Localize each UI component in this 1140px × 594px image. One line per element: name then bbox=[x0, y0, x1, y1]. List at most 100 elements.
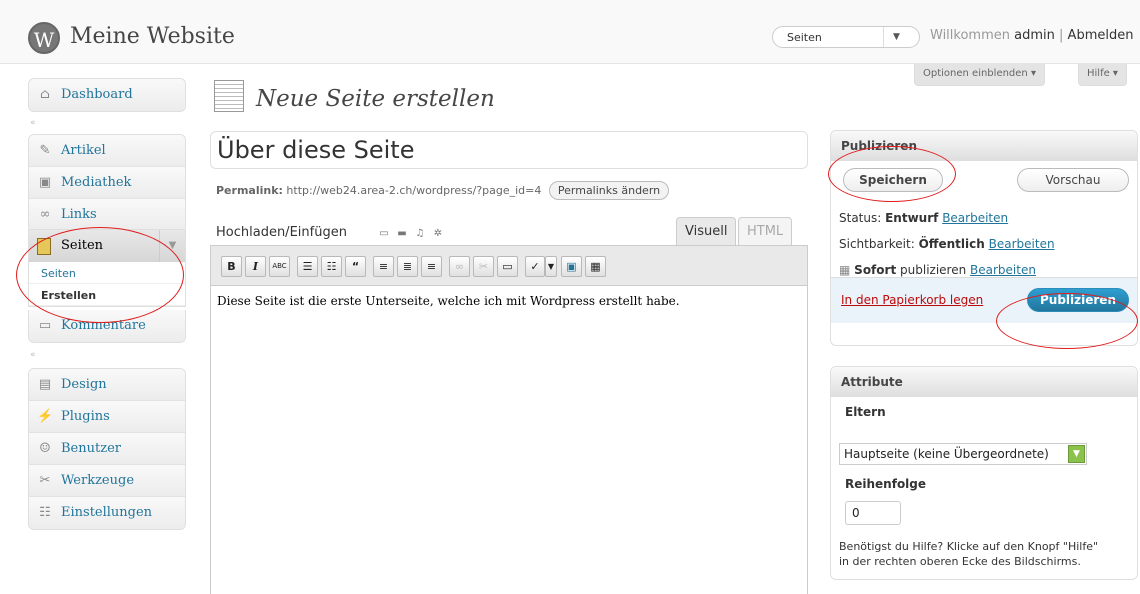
align-left-icon[interactable]: ≡ bbox=[373, 256, 394, 277]
sidebar-item-werkzeuge[interactable]: ✂ Werkzeuge bbox=[29, 465, 185, 497]
welcome-text: Willkommen bbox=[930, 28, 1010, 43]
sidebar-item-seiten[interactable]: Seiten ▼ bbox=[29, 230, 185, 262]
spellcheck-icon[interactable]: ✓ bbox=[525, 256, 545, 277]
sidebar-item-label: Seiten bbox=[61, 238, 104, 253]
tools-icon: ✂ bbox=[39, 473, 51, 488]
schedule-label: publizieren bbox=[900, 263, 967, 277]
sidebar-item-label: Artikel bbox=[61, 143, 106, 158]
editor-content[interactable]: Diese Seite ist die erste Unterseite, we… bbox=[217, 294, 680, 308]
bold-icon[interactable]: B bbox=[221, 256, 242, 277]
kitchen-sink-icon[interactable]: ▦ bbox=[585, 256, 606, 277]
attributes-box: Attribute Eltern Hauptseite (keine Überg… bbox=[830, 366, 1138, 580]
sidebar-item-einstellungen[interactable]: ☷ Einstellungen bbox=[29, 497, 185, 529]
tab-html[interactable]: HTML bbox=[738, 217, 793, 245]
menu-order-input[interactable]: 0 bbox=[845, 501, 901, 525]
username-link[interactable]: admin bbox=[1014, 28, 1055, 43]
publish-button[interactable]: Publizieren bbox=[1027, 288, 1129, 312]
bullet-list-icon[interactable]: ☰ bbox=[297, 256, 318, 277]
publish-actions: In den Papierkorb legen Publizieren bbox=[831, 277, 1137, 323]
pushpin-icon: ✎ bbox=[39, 143, 51, 158]
preview-button[interactable]: Vorschau bbox=[1017, 168, 1129, 192]
sidebar-item-design[interactable]: ▤ Design bbox=[29, 369, 185, 401]
sidebar-item-seiten-open: Seiten ▼ Seiten Erstellen bbox=[28, 229, 186, 307]
user-info: Willkommen admin | Abmelden bbox=[930, 28, 1133, 43]
menu-separator-icon[interactable]: « bbox=[30, 350, 36, 360]
upload-insert-label: Hochladen/Einfügen bbox=[216, 225, 347, 240]
spellcheck-dropdown-icon[interactable]: ▼ bbox=[545, 256, 557, 277]
submenu-toggle-icon[interactable]: ▼ bbox=[159, 230, 185, 262]
plug-icon: ⚡ bbox=[37, 409, 54, 424]
sidebar-item-label: Werkzeuge bbox=[61, 473, 135, 488]
permalink-url[interactable]: http://web24.area-2.ch/wordpress/?page_i… bbox=[286, 184, 541, 197]
logout-link[interactable]: Abmelden bbox=[1068, 28, 1134, 43]
unlink-icon[interactable]: ✂ bbox=[473, 256, 494, 277]
italic-icon[interactable]: I bbox=[245, 256, 266, 277]
settings-icon: ☷ bbox=[39, 505, 51, 520]
menu-group-content: ✎ Artikel ▣ Mediathek ∞ Links bbox=[28, 134, 186, 232]
content-editor: B I ABC ☰ ☷ “ ≡ ≣ ≡ ∞ ✂ ▭ ✓ ▼ ▣ ▦ Diese … bbox=[210, 245, 808, 594]
add-audio-icon[interactable]: ♫ bbox=[414, 228, 426, 239]
align-center-icon[interactable]: ≣ bbox=[397, 256, 418, 277]
parent-label: Eltern bbox=[845, 405, 886, 419]
fullscreen-icon[interactable]: ▣ bbox=[561, 256, 582, 277]
publish-box: Publizieren Speichern Vorschau Status: E… bbox=[830, 130, 1138, 346]
sidebar-item-label: Design bbox=[61, 377, 107, 392]
add-image-icon[interactable]: ▭ bbox=[378, 228, 390, 239]
visibility-row: Sichtbarkeit: Öffentlich Bearbeiten bbox=[839, 237, 1055, 251]
menu-group-comments: ▭ Kommentare bbox=[28, 310, 186, 343]
page-heading-icon bbox=[214, 80, 244, 112]
add-video-icon[interactable]: ▬ bbox=[396, 228, 408, 239]
schedule-row: ▦ Sofort publizieren Bearbeiten bbox=[839, 263, 1036, 277]
parent-page-value: Hauptseite (keine Übergeordnete) bbox=[844, 447, 1049, 461]
insert-link-icon[interactable]: ∞ bbox=[449, 256, 470, 277]
schedule-value: Sofort bbox=[854, 263, 897, 277]
screen-options-tab[interactable]: Optionen einblenden ▾ bbox=[914, 64, 1045, 86]
align-right-icon[interactable]: ≡ bbox=[421, 256, 442, 277]
save-draft-button[interactable]: Speichern bbox=[843, 168, 943, 192]
sidebar-item-kommentare[interactable]: ▭ Kommentare bbox=[29, 310, 185, 342]
attributes-help-text: Benötigst du Hilfe? Klicke auf den Knopf… bbox=[839, 540, 1099, 568]
favorite-actions-select[interactable]: Seiten ▼ bbox=[772, 26, 920, 48]
status-value: Entwurf bbox=[885, 211, 939, 225]
editor-toolbar: B I ABC ☰ ☷ “ ≡ ≣ ≡ ∞ ✂ ▭ ✓ ▼ ▣ ▦ bbox=[211, 246, 807, 286]
layout-icon: ▤ bbox=[38, 377, 52, 392]
attributes-box-title[interactable]: Attribute bbox=[831, 367, 1137, 397]
user-separator: | bbox=[1059, 28, 1064, 43]
site-title[interactable]: Meine Website bbox=[70, 24, 235, 49]
sidebar-item-benutzer[interactable]: ☺ Benutzer bbox=[29, 433, 185, 465]
submenu-item-erstellen[interactable]: Erstellen bbox=[29, 284, 185, 306]
help-label: Hilfe bbox=[1087, 68, 1110, 79]
submenu-item-seiten[interactable]: Seiten bbox=[29, 262, 185, 284]
edit-status-link[interactable]: Bearbeiten bbox=[942, 211, 1008, 225]
media-icon: ▣ bbox=[38, 175, 52, 190]
sidebar-item-plugins[interactable]: ⚡ Plugins bbox=[29, 401, 185, 433]
help-tab[interactable]: Hilfe ▾ bbox=[1078, 64, 1127, 86]
numbered-list-icon[interactable]: ☷ bbox=[321, 256, 342, 277]
trash-link[interactable]: In den Papierkorb legen bbox=[841, 293, 983, 307]
more-tag-icon[interactable]: ▭ bbox=[497, 256, 518, 277]
chevron-down-icon[interactable]: ▼ bbox=[1068, 445, 1085, 463]
title-field[interactable]: Über diese Seite bbox=[210, 131, 808, 169]
menu-separator-icon[interactable]: « bbox=[30, 118, 36, 128]
blockquote-icon[interactable]: “ bbox=[345, 256, 366, 277]
edit-schedule-link[interactable]: Bearbeiten bbox=[970, 263, 1036, 277]
wordpress-logo-icon[interactable]: W bbox=[28, 22, 60, 54]
admin-header: W Meine Website Seiten ▼ Willkommen admi… bbox=[0, 0, 1140, 64]
change-permalinks-button[interactable]: Permalinks ändern bbox=[548, 181, 670, 200]
page-icon bbox=[37, 238, 51, 255]
sidebar-item-artikel[interactable]: ✎ Artikel bbox=[29, 135, 185, 167]
sidebar-item-dashboard[interactable]: ⌂ Dashboard bbox=[29, 79, 185, 111]
chevron-down-icon[interactable]: ▼ bbox=[893, 32, 900, 42]
sidebar-item-label: Plugins bbox=[61, 409, 110, 424]
tab-visual[interactable]: Visuell bbox=[676, 217, 737, 245]
add-media-icon[interactable]: ✲ bbox=[432, 228, 444, 239]
edit-visibility-link[interactable]: Bearbeiten bbox=[989, 237, 1055, 251]
permalink-row: Permalink: http://web24.area-2.ch/wordpr… bbox=[216, 181, 670, 200]
screen-options-label: Optionen einblenden bbox=[923, 68, 1028, 79]
publish-box-title[interactable]: Publizieren bbox=[831, 131, 1137, 161]
strikethrough-icon[interactable]: ABC bbox=[269, 256, 290, 277]
parent-page-select[interactable]: Hauptseite (keine Übergeordnete) ▼ bbox=[839, 443, 1087, 465]
sidebar-item-mediathek[interactable]: ▣ Mediathek bbox=[29, 167, 185, 199]
sidebar-item-links[interactable]: ∞ Links bbox=[29, 199, 185, 231]
page-title: Neue Seite erstellen bbox=[256, 86, 495, 112]
